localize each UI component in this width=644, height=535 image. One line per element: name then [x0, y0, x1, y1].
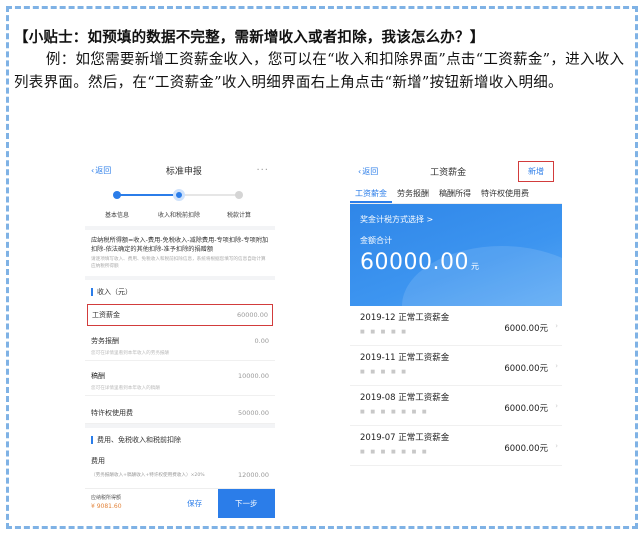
- income-section-title: 收入（元）: [97, 288, 132, 296]
- income-row-franchise[interactable]: 特许权使用费 50000.00: [85, 402, 275, 424]
- income-label: 劳务报酬: [91, 337, 119, 345]
- standard-declaration-screen: ‹ 返回 标准申报 ··· 基本信息 收入和税前扣除 税款计算 应纳税所得额=收…: [85, 158, 275, 518]
- tip-text-block: 【小贴士：如预填的数据不完整，需新增收入或者扣除，我该怎么办？】 例：如您需要新…: [14, 26, 626, 95]
- taxable-label: 应纳税所得额: [91, 495, 122, 501]
- list-item[interactable]: 2019-11 正常工资薪金 ■ ■ ■ ■ ■ 6000.00元 ›: [350, 346, 562, 386]
- total-amount: 60000.00 元: [360, 250, 552, 275]
- tab-labor[interactable]: 劳务报酬: [392, 184, 434, 203]
- page-title: 工资薪金: [430, 167, 467, 178]
- item-amount: 6000.00元: [504, 444, 548, 454]
- step-indicator: 基本信息 收入和税前扣除 税款计算: [85, 186, 275, 226]
- salary-income-screen: ‹ 返回 工资薪金 新增 工资薪金 劳务报酬 稿酬所得 特许权使用费 奖金计税方…: [350, 158, 562, 480]
- income-row-royalty-writing[interactable]: 稿酬 10000.00: [85, 367, 275, 385]
- list-item[interactable]: 2019-12 正常工资薪金 ■ ■ ■ ■ ■ 6000.00元 ›: [350, 306, 562, 346]
- expense-label: 费用: [91, 457, 105, 465]
- income-label: 稿酬: [91, 372, 105, 380]
- item-amount: 6000.00元: [504, 404, 548, 414]
- step-line-pending: [184, 194, 239, 196]
- expense-section-header: 费用、免税收入和税前扣除: [85, 428, 275, 452]
- chevron-left-icon: ‹: [358, 166, 362, 176]
- expense-value: 12000.00: [237, 471, 269, 479]
- page-title: 标准申报: [165, 166, 202, 177]
- step-line-done: [117, 194, 178, 196]
- expense-row[interactable]: 费用: [85, 452, 275, 470]
- tab-writing[interactable]: 稿酬所得: [434, 184, 476, 203]
- income-type-tabs: 工资薪金 劳务报酬 稿酬所得 特许权使用费: [350, 184, 562, 204]
- taxable-amount: ¥ 9081.60: [91, 503, 122, 510]
- income-row-note: 您可在详情里看到本年收入的稿酬: [85, 385, 275, 396]
- total-label: 金额合计: [360, 236, 392, 245]
- back-label: 返回: [362, 166, 379, 176]
- income-value: 0.00: [254, 337, 269, 345]
- tab-franchise[interactable]: 特许权使用费: [476, 184, 534, 203]
- step-label-tax-calc: 税款计算: [226, 212, 252, 219]
- step-dot-2: [173, 189, 185, 201]
- income-label: 特许权使用费: [91, 408, 133, 417]
- add-new-button[interactable]: 新增: [518, 160, 554, 182]
- expense-section-title: 费用、免税收入和税前扣除: [97, 436, 181, 444]
- income-value: 50000.00: [237, 408, 269, 417]
- total-banner: 奖金计税方式选择 > 金额合计 60000.00 元: [350, 204, 562, 306]
- income-value: 60000.00: [236, 311, 268, 319]
- step-label-income-deduction: 收入和税前扣除: [157, 212, 201, 219]
- chevron-right-icon: ›: [555, 442, 558, 450]
- income-section-header: 收入（元）: [85, 280, 275, 304]
- step-dot-1: [113, 191, 121, 199]
- bonus-method-link[interactable]: 奖金计税方式选择 >: [360, 214, 552, 225]
- bottom-action-bar: 应纳税所得额 ¥ 9081.60 保存 下一步: [85, 488, 275, 518]
- back-label: 返回: [95, 165, 112, 175]
- income-label: 工资薪金: [92, 311, 120, 319]
- nav-bar: ‹ 返回 标准申报 ···: [85, 158, 275, 182]
- next-step-button[interactable]: 下一步: [217, 489, 275, 518]
- nav-bar: ‹ 返回 工资薪金 新增: [350, 158, 562, 184]
- step-label-basic-info: 基本信息: [104, 212, 130, 219]
- tip-title: 【小贴士：如预填的数据不完整，需新增收入或者扣除，我该怎么办？】: [14, 29, 485, 46]
- total-unit: 元: [470, 262, 480, 271]
- chevron-left-icon: ‹: [91, 165, 95, 175]
- tip-body: 例：如您需要新增工资薪金收入，您可以在“收入和扣除界面”点击“工资薪金”，进入收…: [14, 52, 625, 91]
- list-item[interactable]: 2019-07 正常工资薪金 ■ ■ ■ ■ ■ ■ ■ 6000.00元 ›: [350, 426, 562, 466]
- taxable-income-formula: 应纳税所得额=收入-费用-免税收入-减除费用-专项扣除-专项附加扣除-依法确定的…: [91, 237, 269, 253]
- income-row-labor[interactable]: 劳务报酬 0.00: [85, 332, 275, 350]
- tab-salary[interactable]: 工资薪金: [350, 184, 392, 203]
- section-bar: [91, 436, 93, 444]
- list-item[interactable]: 2019-08 正常工资薪金 ■ ■ ■ ■ ■ ■ ■ 6000.00元 ›: [350, 386, 562, 426]
- chevron-right-icon: ›: [555, 322, 558, 330]
- formula-note: 请逐项填写收入、费用、免税收入和税前扣除信息，系统将根据您填写的信息自动计算应纳…: [91, 257, 266, 269]
- item-amount: 6000.00元: [504, 324, 548, 334]
- more-icon[interactable]: ···: [256, 165, 269, 176]
- chevron-right-icon: ›: [555, 402, 558, 410]
- back-button[interactable]: ‹ 返回: [358, 166, 378, 177]
- back-button[interactable]: ‹ 返回: [91, 165, 111, 176]
- step-dot-3: [235, 191, 243, 199]
- expense-detail-row: （劳务报酬收入+稿酬收入+特许权使用费收入）×20% 12000.00: [85, 470, 275, 480]
- chevron-right-icon: ›: [555, 362, 558, 370]
- income-row-salary[interactable]: 工资薪金 60000.00: [87, 304, 273, 326]
- expense-formula: （劳务报酬收入+稿酬收入+特许权使用费收入）×20%: [91, 473, 205, 478]
- income-value: 10000.00: [237, 372, 269, 380]
- income-row-note: 您可在详情里看到本年收入的劳务报酬: [85, 350, 275, 361]
- save-button[interactable]: 保存: [172, 489, 218, 518]
- section-bar: [91, 288, 93, 296]
- item-amount: 6000.00元: [504, 364, 548, 374]
- taxable-summary: 应纳税所得额 ¥ 9081.60: [85, 489, 172, 518]
- total-value: 60000.00: [360, 250, 469, 275]
